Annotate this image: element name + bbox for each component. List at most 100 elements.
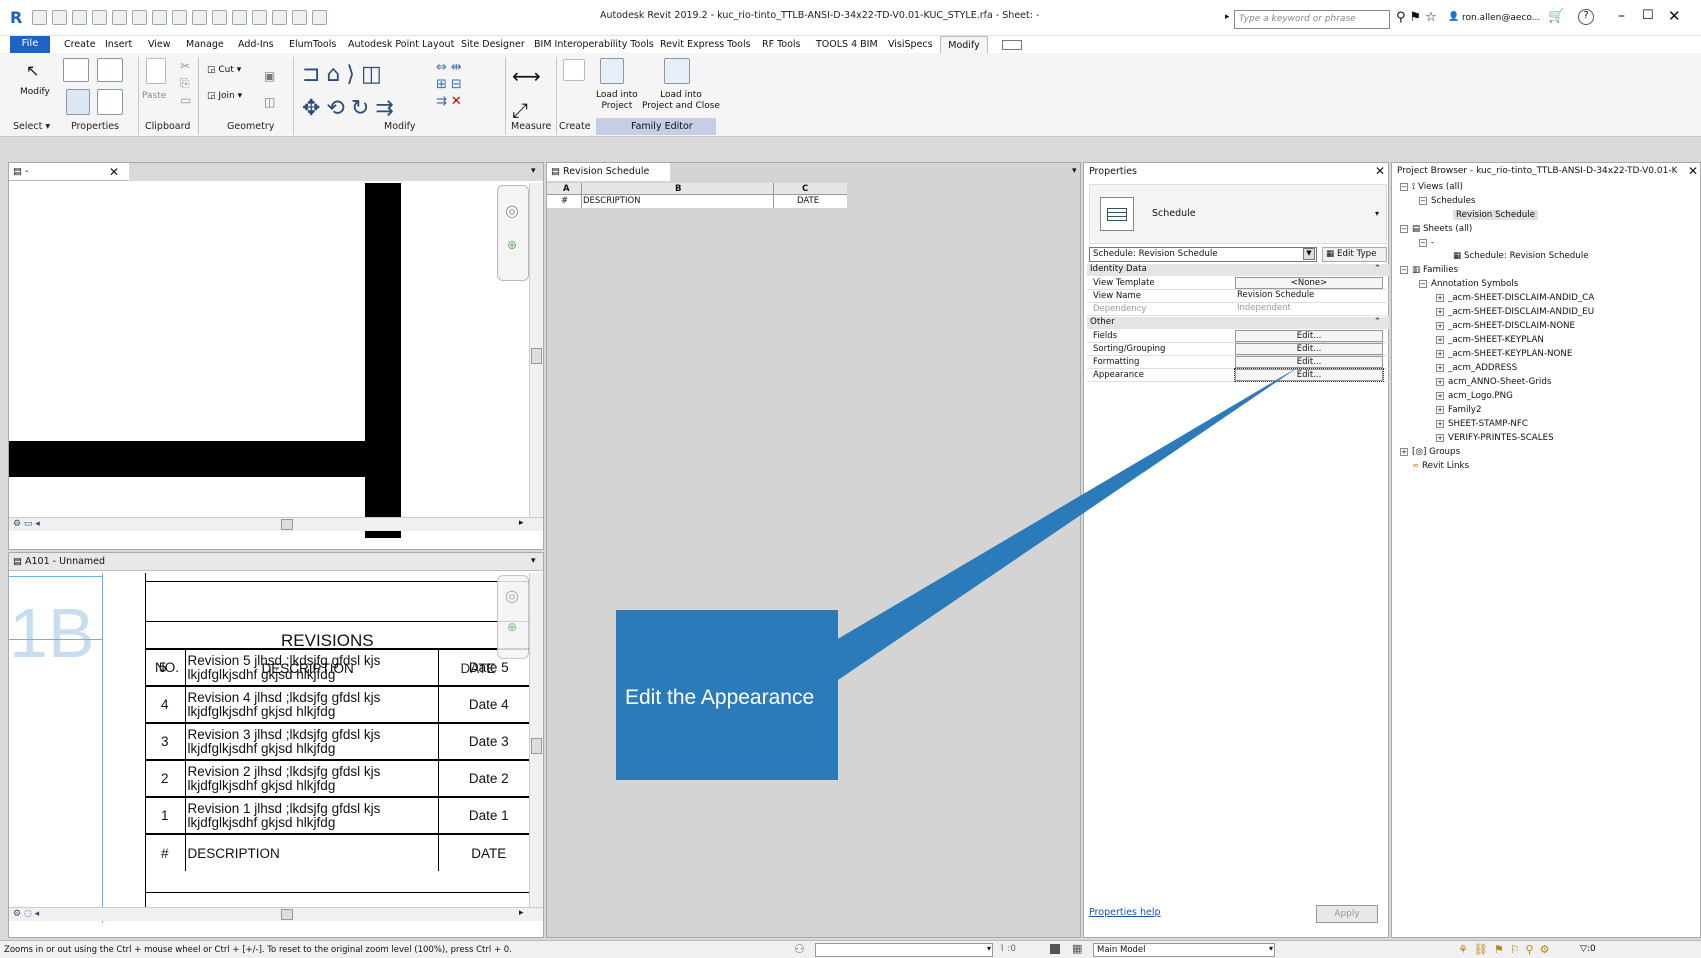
steering-wheel-icon[interactable]: ◎ <box>505 586 519 605</box>
maximize-icon[interactable]: ☐ <box>1642 8 1654 23</box>
schedule-cell[interactable]: # <box>561 196 568 206</box>
quick-access-toolbar[interactable] <box>32 10 332 25</box>
tree-views[interactable]: − ⟟ Views (all) <box>1400 182 1463 192</box>
prop-sorting-grouping[interactable]: Sorting/Grouping Edit... <box>1087 343 1389 356</box>
modify-cursor-icon[interactable]: ↖ <box>26 61 39 80</box>
sync-icon[interactable] <box>92 10 107 25</box>
vertical-scrollbar[interactable] <box>529 183 543 517</box>
instance-selector[interactable]: Schedule: Revision Schedule ▼ <box>1089 247 1317 262</box>
tab-tools4bim[interactable]: TOOLS 4 BIM <box>816 39 878 50</box>
load-into-project-close-button[interactable]: Load into Project and Close <box>642 90 720 112</box>
steering-wheel-icon[interactable]: ◎ <box>505 201 519 220</box>
family-types-icon[interactable] <box>97 58 123 82</box>
user-icon[interactable]: 👤 <box>1448 12 1459 22</box>
tree-family-item[interactable]: + Family2 <box>1436 405 1481 415</box>
type-properties-icon[interactable] <box>97 89 123 115</box>
tab-manage[interactable]: Manage <box>186 39 224 50</box>
measure-icons[interactable]: ⟷ ⤢ <box>512 59 541 127</box>
search-input[interactable]: Type a keyword or phrase <box>1234 10 1390 29</box>
tab-modify[interactable]: Modify <box>940 36 988 53</box>
table-row[interactable]: 5 NO. Revision 5 jlhsd ;lkdsjfg gfdsl kjs… <box>145 649 539 686</box>
join-button[interactable]: ◲ Join ▾ <box>207 91 242 101</box>
sorting-edit-button[interactable]: Edit... <box>1235 343 1383 355</box>
section-icon[interactable] <box>272 10 287 25</box>
edit-type-button[interactable]: ▦ Edit Type <box>1322 247 1387 262</box>
tab-insert[interactable]: Insert <box>105 39 132 50</box>
tree-sheets[interactable]: − ▤ Sheets (all) <box>1400 224 1472 234</box>
tree-schedules[interactable]: − Schedules <box>1419 196 1475 206</box>
load-into-project-button[interactable]: Load into Project <box>596 90 638 112</box>
apply-button[interactable]: Apply <box>1316 905 1378 923</box>
tree-family-item[interactable]: + _acm-SHEET-DISCLAIM-ANDID_EU <box>1436 307 1594 317</box>
tree-revision-schedule[interactable]: Revision Schedule <box>1453 210 1538 220</box>
main-model-selector[interactable]: Main Model ▾ <box>1093 943 1275 957</box>
table-row[interactable]: # DESCRIPTION DATE <box>145 834 539 871</box>
search-expand-icon[interactable]: ▸ <box>1225 12 1230 22</box>
close-view-icon[interactable]: ✕ <box>109 165 119 179</box>
tree-family-item[interactable]: + _acm-SHEET-DISCLAIM-ANDID_CA <box>1436 293 1594 303</box>
tree-revit-links[interactable]: ∞ Revit Links <box>1412 461 1469 471</box>
schedule-table[interactable]: A B C # DESCRIPTION DATE <box>547 183 847 208</box>
tab-visispecs[interactable]: VisiSpecs <box>888 39 933 50</box>
properties-help-link[interactable]: Properties help <box>1089 907 1161 918</box>
help-icon[interactable]: ? <box>1578 9 1594 25</box>
selection-filter-icons[interactable]: ⚘⛓⚑⚐⚲⚙ <box>1458 943 1555 956</box>
open-icon[interactable] <box>52 10 67 25</box>
tab-site-designer[interactable]: Site Designer <box>461 39 525 50</box>
zoom-icon[interactable]: ⊕ <box>507 620 517 634</box>
tree-family-item[interactable]: + _acm_ADDRESS <box>1436 363 1517 373</box>
tree-family-item[interactable]: + _acm-SHEET-KEYPLAN-NONE <box>1436 349 1572 359</box>
workset-selector[interactable]: ▾ <box>815 943 993 957</box>
editable-only-indicator[interactable]: ⌇ :0 <box>1000 944 1016 954</box>
table-row[interactable]: 2 Revision 2 jlhsd ;lkdsjfg gfdsl kjs lk… <box>145 760 539 797</box>
switch-windows-icon[interactable] <box>312 10 327 25</box>
thin-lines-icon[interactable] <box>292 10 307 25</box>
tab-file[interactable]: File <box>10 36 50 53</box>
text-icon[interactable] <box>232 10 247 25</box>
a101-view-tab[interactable]: ▤ A101 - Unnamed <box>9 553 543 571</box>
fields-edit-button[interactable]: Edit... <box>1235 330 1383 342</box>
tab-view[interactable]: View <box>148 39 171 50</box>
other-group[interactable]: Other ⌃ <box>1087 317 1389 329</box>
schedule-cell[interactable]: DATE <box>797 196 819 206</box>
modify-tools-icons[interactable]: ⊐⌂⟩◫ ✥⟲↻⇉ <box>302 58 400 126</box>
navigation-bar[interactable]: ◎ ⊕ <box>497 575 529 659</box>
schedule-col-b[interactable]: B <box>675 184 681 194</box>
table-row[interactable]: 3 Revision 3 jlhsd ;lkdsjfg gfdsl kjs lk… <box>145 723 539 760</box>
table-row[interactable]: 1 Revision 1 jlhsd ;lkdsjfg gfdsl kjs lk… <box>145 797 539 834</box>
schedule-view-tab[interactable]: ▤ Revision Schedule <box>547 163 670 181</box>
close-icon[interactable]: ✕ <box>1375 164 1385 178</box>
properties-icon[interactable] <box>66 89 90 115</box>
tab-add-ins[interactable]: Add-Ins <box>238 39 274 50</box>
load-into-project-icon[interactable] <box>600 58 624 84</box>
cut-button[interactable]: ◲ Cut ▾ <box>207 65 241 75</box>
prop-formatting[interactable]: Formatting Edit... <box>1087 356 1389 369</box>
view-menu-icon[interactable]: ▾ <box>531 556 536 566</box>
tree-family-item[interactable]: + _acm-SHEET-DISCLAIM-NONE <box>1436 321 1575 331</box>
type-dropdown-icon[interactable]: ▾ <box>1375 209 1379 218</box>
home-icon[interactable] <box>32 10 47 25</box>
panel-select[interactable]: Select ▾ <box>13 121 50 132</box>
measure-icon[interactable] <box>172 10 187 25</box>
cart-icon[interactable]: 🛒 <box>1548 9 1564 24</box>
view-control-icons[interactable]: ⚙ ◌ ◂ <box>13 909 39 919</box>
paste-button[interactable]: Paste <box>142 91 166 101</box>
design-options-icon[interactable] <box>1050 944 1060 954</box>
minimize-icon[interactable]: – <box>1618 8 1625 24</box>
tree-family-item[interactable]: + acm_ANNO-Sheet-Grids <box>1436 377 1551 387</box>
tree-family-item[interactable]: + VERIFY-PRINTES-SCALES <box>1436 433 1554 443</box>
tab-point-layout[interactable]: Autodesk Point Layout <box>348 39 454 50</box>
tree-family-item[interactable]: + SHEET-STAMP-NFC <box>1436 419 1528 429</box>
print-icon[interactable] <box>152 10 167 25</box>
tab-bim-interop[interactable]: BIM Interoperability Tools <box>534 39 654 50</box>
table-row[interactable]: 4 Revision 4 jlhsd ;lkdsjfg gfdsl kjs lk… <box>145 686 539 723</box>
revit-logo-icon[interactable]: R <box>10 8 22 27</box>
schedule-col-c[interactable]: C <box>802 184 808 194</box>
view-control-bar[interactable]: ⚙ ▭ ◂ ▸ <box>9 517 543 531</box>
tree-sheet-schedule[interactable]: ▦ Schedule: Revision Schedule <box>1453 251 1589 261</box>
prop-appearance[interactable]: Appearance Edit... <box>1087 368 1389 382</box>
identity-data-group[interactable]: Identity Data ⌃ <box>1087 264 1389 276</box>
type-selector[interactable]: Schedule ▾ <box>1089 184 1387 244</box>
tree-family-item[interactable]: + _acm-SHEET-KEYPLAN <box>1436 335 1544 345</box>
create-icon[interactable] <box>563 59 585 81</box>
